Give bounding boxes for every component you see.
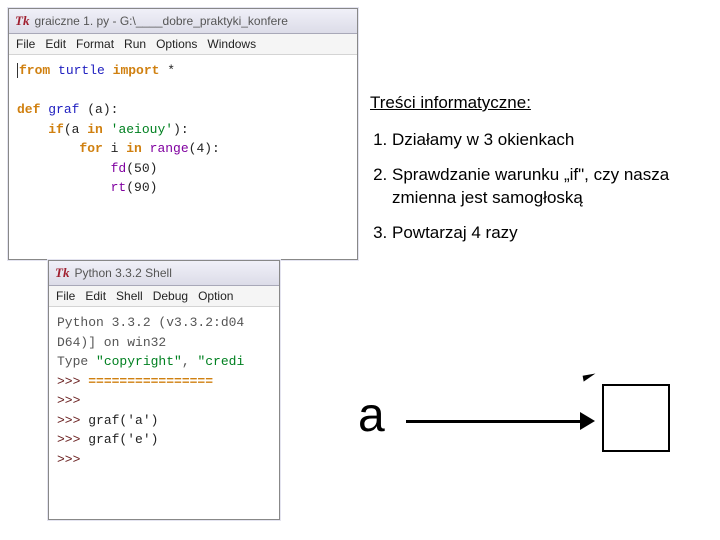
arrow-head-icon bbox=[580, 412, 595, 430]
kw-from: from bbox=[19, 63, 50, 78]
shell-line: Type bbox=[57, 354, 96, 369]
indent bbox=[17, 122, 48, 137]
fn-fd: fd bbox=[111, 161, 127, 176]
tk-icon: Tk bbox=[15, 13, 29, 29]
list-item: Powtarzaj 4 razy bbox=[392, 222, 715, 245]
ident-i: i bbox=[103, 141, 126, 156]
menu-file[interactable]: File bbox=[16, 37, 35, 51]
kw-for: for bbox=[79, 141, 102, 156]
editor-window: Tk graiczne 1. py - G:\____dobre_praktyk… bbox=[8, 8, 358, 260]
list-item: Sprawdzanie warunku „if", czy nasza zmie… bbox=[392, 164, 715, 210]
editor-menubar: File Edit Format Run Options Windows bbox=[9, 34, 357, 55]
arrow-entry-icon bbox=[583, 372, 603, 381]
range-args: (4): bbox=[189, 141, 220, 156]
kw-in: in bbox=[87, 122, 103, 137]
params: (a): bbox=[87, 102, 118, 117]
square-shape bbox=[602, 384, 670, 452]
menu-debug[interactable]: Debug bbox=[153, 289, 188, 303]
prompt: >>> bbox=[57, 413, 88, 428]
shell-call: graf('a') bbox=[88, 413, 158, 428]
prompt: >>> bbox=[57, 374, 88, 389]
prompt: >>> bbox=[57, 432, 88, 447]
shell-title: Python 3.3.2 Shell bbox=[74, 266, 171, 280]
shell-line: Python 3.3.2 (v3.3.2:d04 bbox=[57, 315, 244, 330]
shell-str: "credi bbox=[197, 354, 244, 369]
editor-title: graiczne 1. py - G:\____dobre_praktyki_k… bbox=[34, 14, 287, 28]
fn-range: range bbox=[142, 141, 189, 156]
shell-line: , bbox=[182, 354, 198, 369]
prompt: >>> bbox=[57, 452, 88, 467]
indent bbox=[17, 141, 79, 156]
colon: ): bbox=[173, 122, 189, 137]
restart-sep: ================ bbox=[88, 374, 213, 389]
kw-if: if bbox=[48, 122, 64, 137]
rt-args: (90) bbox=[126, 180, 157, 195]
shell-str: "copyright" bbox=[96, 354, 182, 369]
tk-icon: Tk bbox=[55, 265, 69, 281]
prompt: >>> bbox=[57, 393, 88, 408]
arrow-line bbox=[406, 420, 586, 423]
shell-call: graf('e') bbox=[88, 432, 158, 447]
shell-line: D64)] on win32 bbox=[57, 335, 166, 350]
fn-graf: graf bbox=[48, 102, 79, 117]
shell-titlebar[interactable]: Tk Python 3.3.2 Shell bbox=[49, 261, 279, 286]
indent bbox=[17, 180, 111, 195]
blank-line bbox=[17, 83, 25, 98]
diagram: a bbox=[358, 370, 678, 480]
menu-format[interactable]: Format bbox=[76, 37, 114, 51]
list-item: Działamy w 3 okienkach bbox=[392, 129, 715, 152]
menu-shell[interactable]: Shell bbox=[116, 289, 143, 303]
shell-menubar: File Edit Shell Debug Option bbox=[49, 286, 279, 307]
menu-edit[interactable]: Edit bbox=[85, 289, 106, 303]
menu-options[interactable]: Options bbox=[156, 37, 197, 51]
menu-options[interactable]: Option bbox=[198, 289, 233, 303]
shell-output[interactable]: Python 3.3.2 (v3.3.2:d04 D64)] on win32 … bbox=[49, 307, 279, 475]
indent bbox=[17, 161, 111, 176]
fn-rt: rt bbox=[111, 180, 127, 195]
menu-run[interactable]: Run bbox=[124, 37, 146, 51]
fd-args: (50) bbox=[126, 161, 157, 176]
notes-panel: Treści informatyczne: Działamy w 3 okien… bbox=[370, 92, 715, 257]
notes-title: Treści informatyczne: bbox=[370, 92, 715, 115]
menu-windows[interactable]: Windows bbox=[207, 37, 256, 51]
ident-turtle: turtle bbox=[58, 63, 105, 78]
shell-window: Tk Python 3.3.2 Shell File Edit Shell De… bbox=[48, 260, 280, 520]
kw-in2: in bbox=[126, 141, 142, 156]
string-aeiouy: 'aeiouy' bbox=[103, 122, 173, 137]
editor-code[interactable]: from turtle import * def graf (a): if(a … bbox=[9, 55, 357, 204]
menu-edit[interactable]: Edit bbox=[45, 37, 66, 51]
editor-titlebar[interactable]: Tk graiczne 1. py - G:\____dobre_praktyk… bbox=[9, 9, 357, 34]
kw-def: def bbox=[17, 102, 40, 117]
kw-import: import bbox=[113, 63, 160, 78]
star: * bbox=[167, 63, 175, 78]
diagram-letter-a: a bbox=[358, 388, 385, 443]
menu-file[interactable]: File bbox=[56, 289, 75, 303]
notes-list: Działamy w 3 okienkach Sprawdzanie warun… bbox=[370, 129, 715, 245]
paren: (a bbox=[64, 122, 87, 137]
